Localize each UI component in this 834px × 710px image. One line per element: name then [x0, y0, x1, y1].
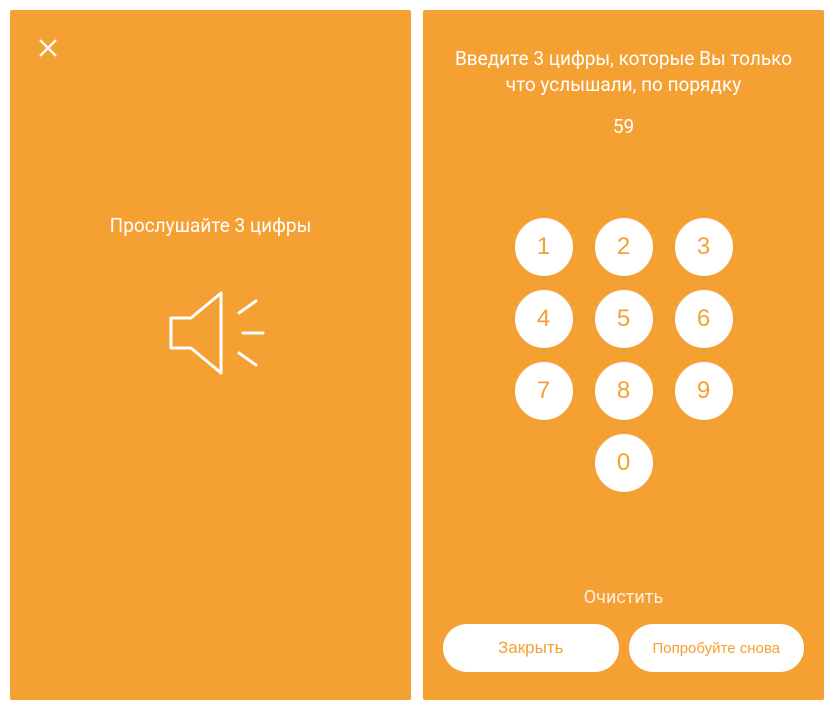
keypad: 1 2 3 4 5 6 7 8 9 0	[423, 218, 824, 492]
keypad-row-2: 4 5 6	[515, 290, 733, 348]
keypad-screen: Введите 3 цифры, которые Вы только что у…	[423, 10, 824, 700]
header: Введите 3 цифры, которые Вы только что у…	[423, 10, 824, 138]
keypad-row-3: 7 8 9	[515, 362, 733, 420]
clear-button[interactable]: Очистить	[584, 587, 663, 608]
key-9[interactable]: 9	[675, 362, 733, 420]
key-5[interactable]: 5	[595, 290, 653, 348]
button-row: Закрыть Попробуйте снова	[443, 624, 804, 672]
key-6[interactable]: 6	[675, 290, 733, 348]
key-3[interactable]: 3	[675, 218, 733, 276]
keypad-row-1: 1 2 3	[515, 218, 733, 276]
listen-content: Прослушайте 3 цифры	[10, 10, 411, 700]
key-8[interactable]: 8	[595, 362, 653, 420]
key-0[interactable]: 0	[595, 434, 653, 492]
bottom-controls: Очистить Закрыть Попробуйте снова	[423, 587, 824, 700]
key-4[interactable]: 4	[515, 290, 573, 348]
key-1[interactable]: 1	[515, 218, 573, 276]
timer-value: 59	[443, 115, 804, 138]
speaker-icon	[141, 273, 281, 397]
instruction-text: Введите 3 цифры, которые Вы только что у…	[443, 46, 804, 97]
listen-title: Прослушайте 3 цифры	[110, 214, 312, 237]
key-7[interactable]: 7	[515, 362, 573, 420]
retry-button[interactable]: Попробуйте снова	[629, 624, 805, 672]
keypad-row-4: 0	[595, 434, 653, 492]
close-button[interactable]: Закрыть	[443, 624, 619, 672]
key-2[interactable]: 2	[595, 218, 653, 276]
close-icon[interactable]	[34, 34, 62, 62]
listen-screen: Прослушайте 3 цифры	[10, 10, 411, 700]
